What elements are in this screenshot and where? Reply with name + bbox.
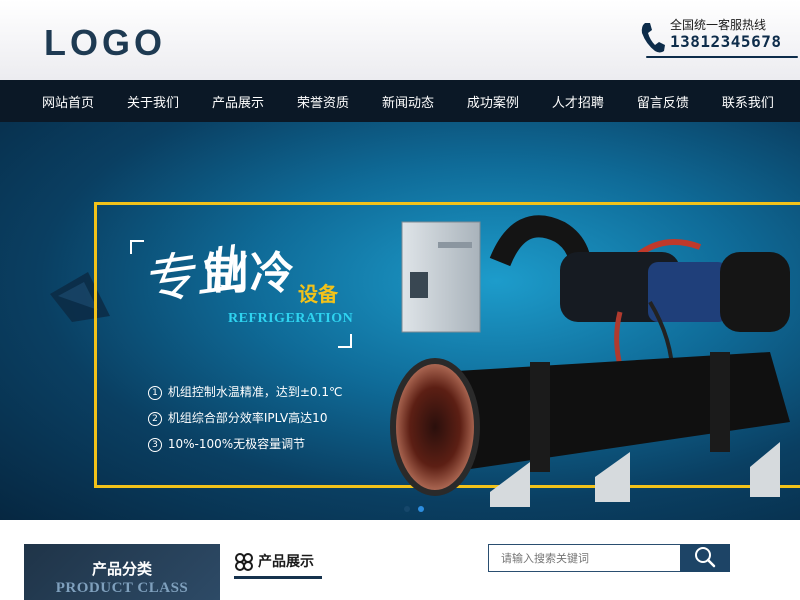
nav-item-contact[interactable]: 联系我们	[722, 92, 774, 111]
hero-banner[interactable]: 专业 制冷 设备 REFRIGERATION 1 机组控制水温精准，达到±0.1…	[0, 122, 800, 520]
hotline-label: 全国统一客服热线	[670, 18, 767, 32]
feature-item: 1 机组控制水温精准，达到±0.1℃	[148, 384, 342, 410]
feature-item: 2 机组综合部分效率IPLV高达10	[148, 410, 342, 436]
search-input[interactable]	[488, 544, 682, 572]
nav-item-news[interactable]: 新闻动态	[382, 92, 434, 111]
search-button[interactable]	[680, 544, 730, 572]
slider-dot-2[interactable]	[418, 506, 424, 512]
product-show-title[interactable]: 产品展示	[258, 551, 314, 571]
feature-text: 10%-100%无极容量调节	[167, 437, 306, 451]
frame-corner-bottom-right	[338, 334, 352, 348]
feature-number: 3	[148, 438, 162, 452]
banner-title-english: REFRIGERATION	[228, 311, 354, 326]
phone-icon	[641, 23, 665, 53]
chiller-machine-image	[390, 215, 790, 507]
nav-item-about[interactable]: 关于我们	[127, 92, 179, 111]
slider-dots	[404, 506, 424, 512]
feature-text: 机组综合部分效率IPLV高达10	[167, 411, 328, 425]
content-section: 产品分类 PRODUCT CLASS 产品展示	[0, 520, 800, 600]
category-subtitle: PRODUCT CLASS	[55, 580, 189, 596]
hotline: 全国统一客服热线 13812345678	[638, 14, 800, 64]
main-nav: 网站首页 关于我们 产品展示 荣誉资质 新闻动态 成功案例 人才招聘 留言反馈 …	[0, 80, 800, 122]
search-icon	[695, 546, 716, 567]
site-logo[interactable]: LOGO	[44, 22, 166, 64]
slider-dot-1[interactable]	[404, 506, 410, 512]
banner-title-sub: 设备	[298, 282, 338, 306]
product-show-underline	[234, 576, 322, 579]
feature-number: 1	[148, 386, 162, 400]
nav-item-honors[interactable]: 荣誉资质	[297, 92, 349, 111]
hotline-number: 13812345678	[670, 32, 782, 51]
nav-item-products[interactable]: 产品展示	[212, 92, 264, 111]
banner-title-main: 制冷	[204, 248, 296, 299]
nav-item-feedback[interactable]: 留言反馈	[637, 92, 689, 111]
feature-text: 机组控制水温精准，达到±0.1℃	[167, 385, 343, 399]
nav-item-cases[interactable]: 成功案例	[467, 92, 519, 111]
site-header: LOGO 全国统一客服热线 13812345678	[0, 0, 800, 80]
category-title: 产品分类	[91, 560, 152, 578]
product-category-header: 产品分类 PRODUCT CLASS	[24, 544, 220, 600]
search-bar	[488, 544, 730, 572]
nav-item-jobs[interactable]: 人才招聘	[552, 92, 604, 111]
nav-item-home[interactable]: 网站首页	[42, 92, 94, 111]
feature-list: 1 机组控制水温精准，达到±0.1℃ 2 机组综合部分效率IPLV高达10 3 …	[148, 384, 342, 462]
grid-flower-icon	[235, 553, 253, 571]
hotline-underline	[646, 56, 798, 58]
feature-number: 2	[148, 412, 162, 426]
feature-item: 3 10%-100%无极容量调节	[148, 436, 342, 462]
